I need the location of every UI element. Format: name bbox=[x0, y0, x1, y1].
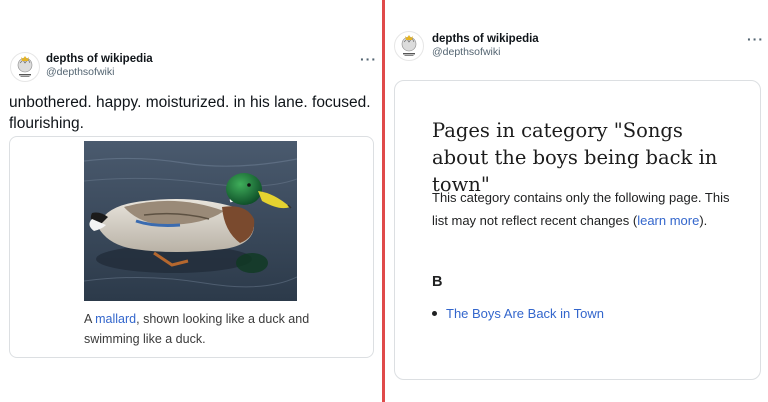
caption-prefix: A bbox=[84, 312, 96, 326]
page-list: The Boys Are Back in Town bbox=[432, 305, 604, 323]
display-name[interactable]: depths of wikipedia bbox=[432, 32, 539, 46]
avatar[interactable] bbox=[394, 31, 424, 61]
more-options-icon[interactable]: ··· bbox=[360, 52, 377, 66]
handle[interactable]: @depthsofwiki bbox=[432, 46, 539, 59]
section-letter: B bbox=[432, 274, 443, 290]
display-name[interactable]: depths of wikipedia bbox=[46, 52, 153, 66]
wikipedia-globe-logo-icon bbox=[17, 56, 33, 77]
image-caption: A mallard, shown looking like a duck and… bbox=[84, 309, 324, 349]
description-suffix: ). bbox=[699, 213, 708, 228]
more-options-icon[interactable]: ··· bbox=[747, 32, 764, 46]
handle[interactable]: @depthsofwiki bbox=[46, 66, 153, 79]
boys-are-back-link[interactable]: The Boys Are Back in Town bbox=[446, 306, 604, 321]
mallard-duck-image bbox=[84, 141, 297, 301]
mallard-link[interactable]: mallard bbox=[95, 312, 136, 326]
bullet-icon bbox=[432, 311, 437, 317]
learn-more-link[interactable]: learn more bbox=[637, 213, 699, 228]
avatar[interactable] bbox=[10, 52, 40, 82]
author-block[interactable]: depths of wikipedia @depthsofwiki bbox=[46, 52, 153, 79]
divider bbox=[382, 0, 385, 402]
author-block[interactable]: depths of wikipedia @depthsofwiki bbox=[432, 32, 539, 59]
wiki-screenshot-card[interactable]: Pages in category "Songs about the boys … bbox=[394, 80, 761, 380]
wiki-card[interactable]: A mallard, shown looking like a duck and… bbox=[9, 136, 374, 358]
list-item: The Boys Are Back in Town bbox=[432, 305, 604, 323]
wikipedia-globe-logo-icon bbox=[401, 35, 417, 56]
tweet-text: unbothered. happy. moisturized. in his l… bbox=[9, 94, 371, 132]
category-description: This category contains only the followin… bbox=[432, 186, 737, 232]
